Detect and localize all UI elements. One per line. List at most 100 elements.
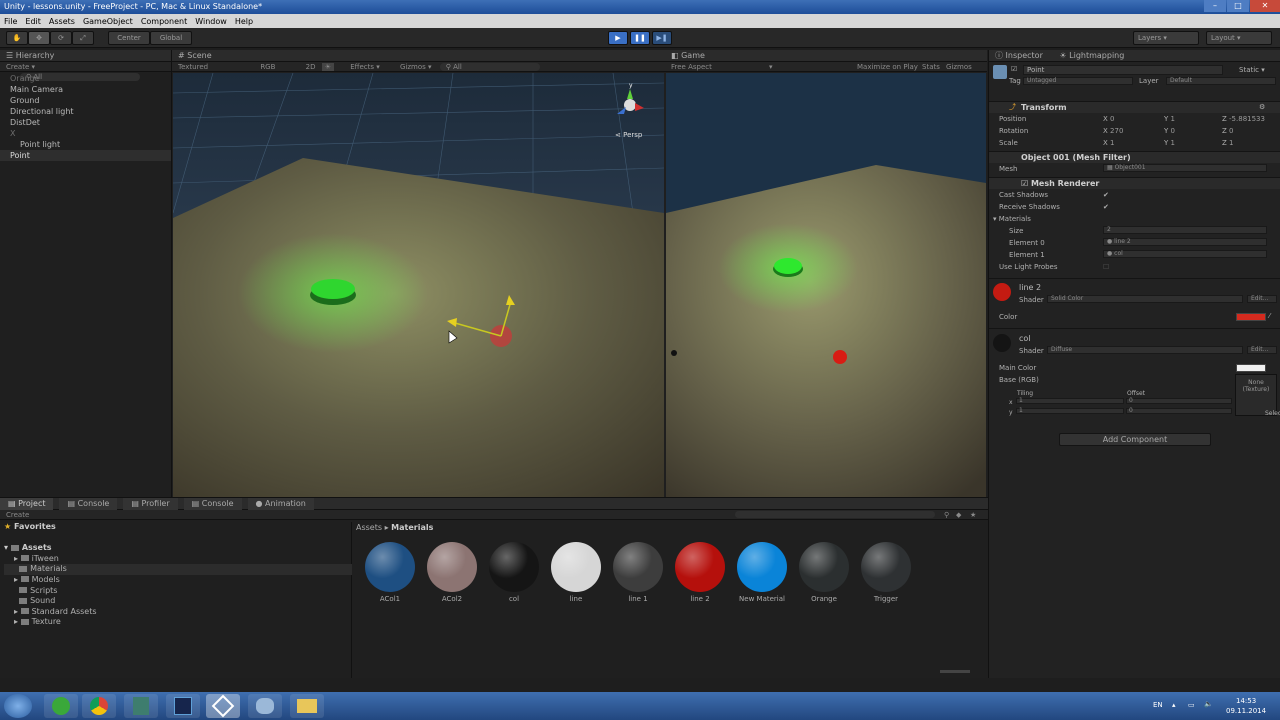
size-input[interactable]: 2 bbox=[1103, 226, 1267, 234]
hierarchy-item-directional-light[interactable]: Directional light bbox=[0, 106, 171, 117]
tab-project[interactable]: ▤ Project bbox=[0, 498, 54, 510]
offset-x-input[interactable]: 0 bbox=[1126, 398, 1232, 404]
folder-texture[interactable]: ▸ Texture bbox=[4, 617, 351, 628]
material2-edit-button[interactable]: Edit... bbox=[1247, 346, 1277, 354]
position-z[interactable]: Z -5.881533 bbox=[1222, 115, 1265, 124]
receive-shadows-checkbox[interactable]: ✔ bbox=[1103, 203, 1109, 212]
menu-component[interactable]: Component bbox=[137, 17, 191, 26]
scene-search-input[interactable]: ⚲ All bbox=[439, 63, 540, 71]
material-thumbnail[interactable]: Orange bbox=[796, 540, 852, 603]
material-thumbnail[interactable]: col bbox=[486, 540, 542, 603]
rotation-z[interactable]: Z 0 bbox=[1222, 127, 1234, 136]
layer-dropdown[interactable]: Default bbox=[1166, 77, 1276, 85]
tiling-y-input[interactable]: 1 bbox=[1016, 408, 1124, 414]
stats-toggle[interactable]: Stats bbox=[922, 62, 940, 72]
network-icon[interactable]: ▭ bbox=[1188, 701, 1195, 709]
pause-button[interactable]: ❚❚ bbox=[630, 31, 650, 45]
move-tool-icon[interactable]: ✥ bbox=[28, 31, 50, 45]
assets-folder[interactable]: ▾ Assets bbox=[4, 543, 351, 554]
hierarchy-tab[interactable]: ☰ Hierarchy bbox=[0, 50, 171, 62]
2d-toggle[interactable]: 2D bbox=[306, 63, 316, 71]
material2-shader-dropdown[interactable]: Diffuse bbox=[1047, 346, 1243, 354]
scale-tool-icon[interactable]: ⤢ bbox=[72, 31, 94, 45]
search-by-label-icon[interactable]: ◆ bbox=[956, 510, 961, 520]
color-swatch[interactable] bbox=[1236, 313, 1266, 321]
close-button[interactable]: ✕ bbox=[1250, 0, 1280, 12]
hierarchy-create-button[interactable]: Create bbox=[6, 63, 29, 71]
scale-x[interactable]: X 1 bbox=[1103, 139, 1115, 148]
menu-gameobject[interactable]: GameObject bbox=[79, 17, 137, 26]
search-by-type-icon[interactable]: ⚲ bbox=[944, 510, 949, 520]
thumbnail-size-slider[interactable] bbox=[940, 670, 970, 673]
project-create-button[interactable]: Create bbox=[6, 511, 29, 519]
favorite-star-icon[interactable]: ★ bbox=[970, 510, 976, 520]
texture-select-button[interactable]: Select bbox=[1265, 409, 1280, 418]
material1-edit-button[interactable]: Edit... bbox=[1247, 295, 1277, 303]
rgb-dropdown[interactable]: RGB bbox=[260, 63, 275, 71]
hierarchy-item-main-camera[interactable]: Main Camera bbox=[0, 84, 171, 95]
maximize-button[interactable]: □ bbox=[1227, 0, 1249, 12]
material-thumbnail[interactable]: Trigger bbox=[858, 540, 914, 603]
hierarchy-item-point-light[interactable]: Point light bbox=[0, 139, 171, 150]
game-gizmos-dropdown[interactable]: Gizmos bbox=[946, 62, 972, 72]
photoshop-icon[interactable] bbox=[166, 694, 200, 718]
gizmos-dropdown[interactable]: Gizmos bbox=[400, 63, 426, 71]
material-thumbnail[interactable]: line 2 bbox=[672, 540, 728, 603]
tag-dropdown[interactable]: Untagged bbox=[1023, 77, 1133, 85]
monodevelop-icon[interactable] bbox=[124, 694, 158, 718]
main-color-swatch[interactable] bbox=[1236, 364, 1266, 372]
start-button-icon[interactable] bbox=[4, 694, 32, 718]
folder-itween[interactable]: ▸ iTween bbox=[4, 554, 351, 565]
folder-models[interactable]: ▸ Models bbox=[4, 575, 351, 586]
rotation-y[interactable]: Y 0 bbox=[1164, 127, 1175, 136]
explorer-icon[interactable] bbox=[290, 694, 324, 718]
menu-window[interactable]: Window bbox=[191, 17, 231, 26]
scale-z[interactable]: Z 1 bbox=[1222, 139, 1234, 148]
offset-y-input[interactable]: 0 bbox=[1126, 408, 1232, 414]
scale-y[interactable]: Y 1 bbox=[1164, 139, 1175, 148]
mesh-filter-header[interactable]: Object 001 (Mesh Filter) bbox=[989, 151, 1280, 163]
breadcrumb-materials[interactable]: Materials bbox=[391, 523, 433, 532]
material-thumbnail[interactable]: line 1 bbox=[610, 540, 666, 603]
persp-label[interactable]: ⋖ Persp bbox=[615, 131, 642, 139]
folder-scripts[interactable]: Scripts bbox=[4, 586, 351, 597]
active-checkbox[interactable]: ☑ bbox=[1011, 65, 1017, 74]
menu-edit[interactable]: Edit bbox=[21, 17, 45, 26]
tiling-x-input[interactable]: 1 bbox=[1016, 398, 1124, 404]
cast-shadows-checkbox[interactable]: ✔ bbox=[1103, 191, 1109, 200]
pivot-center-toggle[interactable]: Center bbox=[108, 31, 150, 45]
material1-shader-dropdown[interactable]: Solid Color bbox=[1047, 295, 1243, 303]
folder-materials[interactable]: Materials bbox=[4, 564, 352, 575]
clock-time[interactable]: 14:53 bbox=[1236, 697, 1256, 705]
tab-animation[interactable]: ● Animation bbox=[247, 498, 314, 510]
position-y[interactable]: Y 1 bbox=[1164, 115, 1175, 124]
hand-tool-icon[interactable]: ✋ bbox=[6, 31, 28, 45]
pivot-global-toggle[interactable]: Global bbox=[150, 31, 192, 45]
volume-icon[interactable]: 🔈 bbox=[1204, 700, 1213, 708]
tab-console[interactable]: ▤ Console bbox=[59, 498, 118, 510]
menu-assets[interactable]: Assets bbox=[45, 17, 79, 26]
game-tab[interactable]: ◧ Game bbox=[665, 50, 987, 62]
rotation-x[interactable]: X 270 bbox=[1103, 127, 1123, 136]
play-button[interactable]: ▶ bbox=[608, 31, 628, 45]
transform-header[interactable]: Transform bbox=[989, 101, 1280, 113]
tab-profiler[interactable]: ▤ Profiler bbox=[123, 498, 178, 510]
language-indicator[interactable]: EN bbox=[1153, 701, 1163, 709]
scene-orientation-gizmo[interactable]: y bbox=[610, 81, 650, 125]
favorites-folder[interactable]: ★ Favorites bbox=[4, 522, 351, 533]
menu-file[interactable]: File bbox=[0, 17, 21, 26]
material-thumbnail[interactable]: New Material bbox=[734, 540, 790, 603]
project-search-input[interactable] bbox=[735, 511, 935, 518]
folder-standard-assets[interactable]: ▸ Standard Assets bbox=[4, 607, 351, 618]
effects-dropdown[interactable]: Effects bbox=[350, 63, 374, 71]
tab-lightmapping[interactable]: ☀ Lightmapping bbox=[1059, 51, 1124, 60]
scene-tab[interactable]: # Scene bbox=[172, 50, 665, 62]
hierarchy-item-point[interactable]: Point bbox=[0, 150, 171, 161]
aspect-dropdown[interactable]: Free Aspect bbox=[671, 63, 712, 71]
add-component-button[interactable]: Add Component bbox=[1059, 433, 1211, 446]
mesh-renderer-header[interactable]: ☑ Mesh Renderer bbox=[989, 177, 1280, 189]
hierarchy-item-ground[interactable]: Ground bbox=[0, 95, 171, 106]
maximize-on-play-toggle[interactable]: Maximize on Play bbox=[857, 62, 918, 72]
folder-sound[interactable]: Sound bbox=[4, 596, 351, 607]
tab-inspector[interactable]: ⓘ Inspector bbox=[995, 51, 1043, 60]
